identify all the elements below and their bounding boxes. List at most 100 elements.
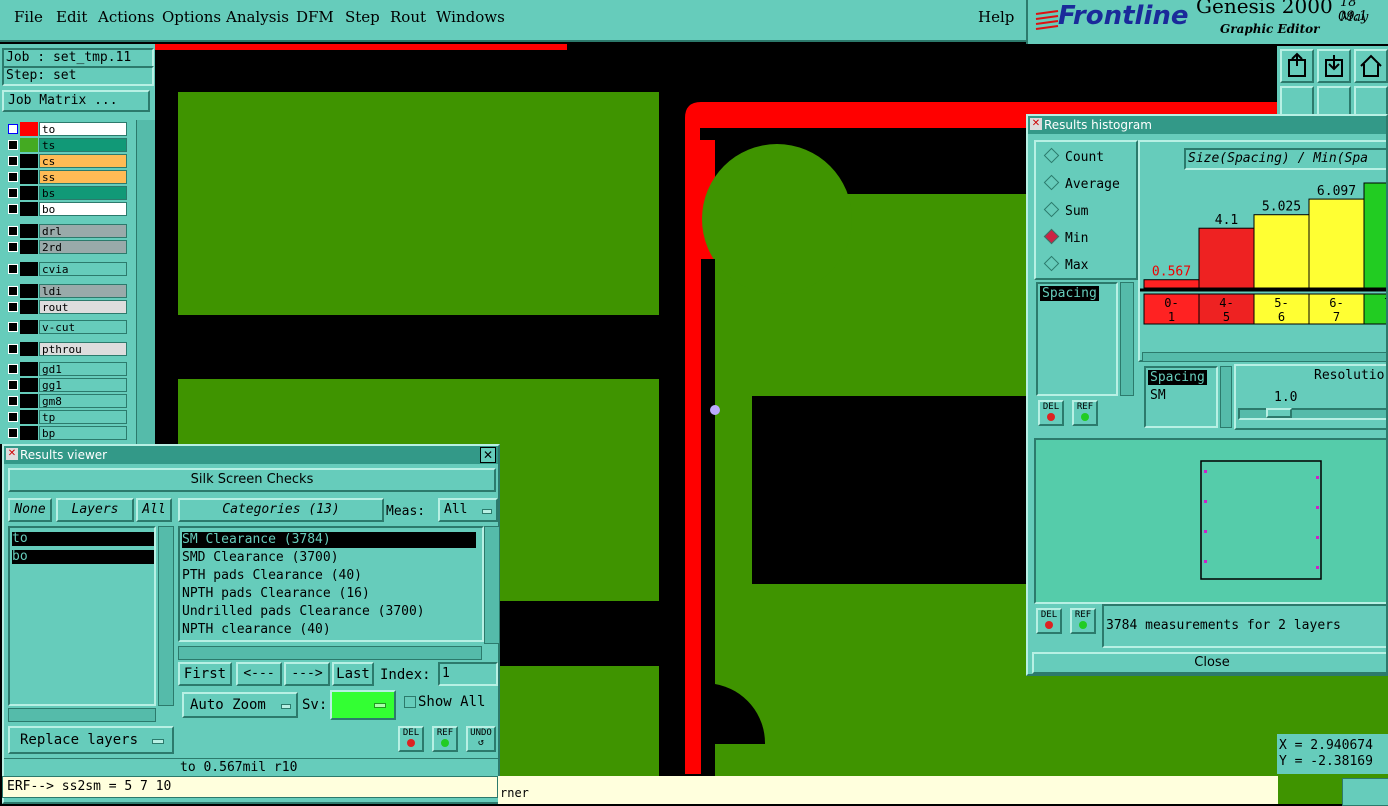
layer-checkbox[interactable] — [8, 286, 18, 296]
menu-rout[interactable]: Rout — [390, 8, 426, 26]
menu-options[interactable]: Options — [162, 8, 221, 26]
window-menu-icon[interactable]: ✕ — [1030, 118, 1042, 130]
layer-color-swatch[interactable] — [20, 122, 38, 136]
hist-del-button[interactable]: DEL — [1038, 400, 1064, 426]
layer-row-ldi[interactable]: ldi — [6, 284, 127, 298]
layer-row-v-cut[interactable]: v-cut — [6, 320, 127, 334]
layer-checkbox[interactable] — [8, 322, 18, 332]
layer-checkbox[interactable] — [8, 396, 18, 406]
layer-color-swatch[interactable] — [20, 320, 38, 334]
layer-checkbox[interactable] — [8, 364, 18, 374]
count-radio[interactable]: Count — [1043, 147, 1104, 165]
layer-name[interactable]: bs — [39, 186, 127, 200]
layer-checkbox[interactable] — [8, 428, 18, 438]
layer-checkbox[interactable] — [8, 204, 18, 214]
layer-name[interactable]: bo — [39, 202, 127, 216]
slider-handle[interactable] — [1266, 408, 1292, 418]
histogram-hscrollbar[interactable] — [1142, 352, 1386, 362]
layer-name[interactable]: gd1 — [39, 362, 127, 376]
measure-item[interactable]: SM — [1148, 388, 1168, 403]
window-menu-icon[interactable]: ✕ — [6, 448, 18, 460]
last-button[interactable]: Last — [332, 662, 374, 686]
check-name-button[interactable]: Silk Screen Checks — [8, 468, 496, 492]
layer-row-gm8[interactable]: gm8 — [6, 394, 127, 408]
layer-color-swatch[interactable] — [20, 426, 38, 440]
sum-radio[interactable]: Sum — [1043, 201, 1088, 219]
layer-name[interactable]: cvia — [39, 262, 127, 276]
layer-checkbox[interactable] — [8, 242, 18, 252]
index-input[interactable]: 1 — [438, 662, 498, 686]
layer-name[interactable]: to — [39, 122, 127, 136]
menu-analysis[interactable]: Analysis — [226, 8, 289, 26]
close-button[interactable]: Close — [1032, 652, 1386, 674]
layer-color-swatch[interactable] — [20, 186, 38, 200]
zoom-icon[interactable] — [1317, 86, 1351, 116]
menu-step[interactable]: Step — [345, 8, 380, 26]
none-button[interactable]: None — [8, 498, 52, 522]
menu-help[interactable]: Help — [978, 8, 1014, 26]
layer-scrollbar[interactable] — [136, 120, 155, 444]
first-button[interactable]: First — [178, 662, 232, 686]
layer-row-ts[interactable]: ts — [6, 138, 127, 152]
measure-scrollbar[interactable] — [1220, 366, 1232, 428]
min-radio[interactable]: Min — [1043, 228, 1088, 246]
layer-row-gg1[interactable]: gg1 — [6, 378, 127, 392]
layer-row-tp[interactable]: tp — [6, 410, 127, 424]
average-radio[interactable]: Average — [1043, 174, 1120, 192]
category-scrollbar[interactable] — [484, 526, 500, 644]
previous-button[interactable]: <--- — [236, 662, 282, 686]
menu-actions[interactable]: Actions — [98, 8, 154, 26]
layer-color-swatch[interactable] — [20, 410, 38, 424]
home-icon[interactable] — [1354, 49, 1388, 83]
attribute-item[interactable]: Spacing — [1040, 286, 1099, 301]
layer-row-bo[interactable]: bo — [6, 202, 127, 216]
layer-color-swatch[interactable] — [20, 224, 38, 238]
layer-name[interactable]: gg1 — [39, 378, 127, 392]
layer-checkbox[interactable] — [8, 140, 18, 150]
layer-color-swatch[interactable] — [20, 202, 38, 216]
layer-name[interactable]: bp — [39, 426, 127, 440]
layer-checkbox[interactable] — [8, 226, 18, 236]
layer-name[interactable]: ss — [39, 170, 127, 184]
category-item[interactable]: NPTH clearance (40) — [182, 622, 331, 638]
menu-file[interactable]: File — [14, 8, 43, 26]
layer-color-swatch[interactable] — [20, 342, 38, 356]
layer-row-pthrou[interactable]: pthrou — [6, 342, 127, 356]
corner-button[interactable] — [1342, 778, 1388, 806]
results-viewer-titlebar[interactable]: ✕ Results viewer ✕ — [4, 446, 498, 464]
measure-item[interactable]: Spacing — [1148, 370, 1207, 385]
layer-color-swatch[interactable] — [20, 378, 38, 392]
layer-name[interactable]: 2rd — [39, 240, 127, 254]
replace-layers-dropdown[interactable]: Replace layers — [8, 726, 174, 754]
command-line[interactable]: ERF--> ss2sm = 5 7 10 — [2, 776, 498, 798]
redraw-icon[interactable] — [1354, 86, 1388, 116]
layer-checkbox[interactable] — [8, 264, 18, 274]
histogram-bar[interactable] — [1253, 214, 1310, 289]
layer-row-bp[interactable]: bp — [6, 426, 127, 440]
layer-list-scrollbar[interactable] — [158, 526, 174, 706]
layer-checkbox[interactable] — [8, 172, 18, 182]
layer-name[interactable]: ldi — [39, 284, 127, 298]
layer-checkbox[interactable] — [8, 156, 18, 166]
layer-checkbox[interactable] — [8, 380, 18, 390]
menu-windows[interactable]: Windows — [436, 8, 505, 26]
layer-row-cvia[interactable]: cvia — [6, 262, 127, 276]
layer-row-2rd[interactable]: 2rd — [6, 240, 127, 254]
result-layer-item[interactable]: to — [12, 532, 154, 546]
layer-checkbox[interactable] — [8, 124, 18, 134]
layer-color-swatch[interactable] — [20, 240, 38, 254]
layer-checkbox[interactable] — [8, 302, 18, 312]
meas-dropdown[interactable]: All — [438, 498, 498, 522]
category-item[interactable]: Undrilled pads Clearance (3700) — [182, 604, 425, 620]
histogram-titlebar[interactable]: ✕ Results histogram — [1028, 116, 1386, 134]
export-icon[interactable] — [1280, 49, 1314, 83]
histogram-bar[interactable] — [1198, 227, 1255, 289]
next-button[interactable]: ---> — [284, 662, 330, 686]
undo-button[interactable]: UNDO ↺ — [466, 726, 496, 752]
layer-name[interactable]: v-cut — [39, 320, 127, 334]
layer-name[interactable]: cs — [39, 154, 127, 168]
layer-name[interactable]: tp — [39, 410, 127, 424]
histogram-bar[interactable] — [1308, 198, 1365, 289]
layer-row-rout[interactable]: rout — [6, 300, 127, 314]
measurement-marker[interactable] — [710, 405, 720, 415]
